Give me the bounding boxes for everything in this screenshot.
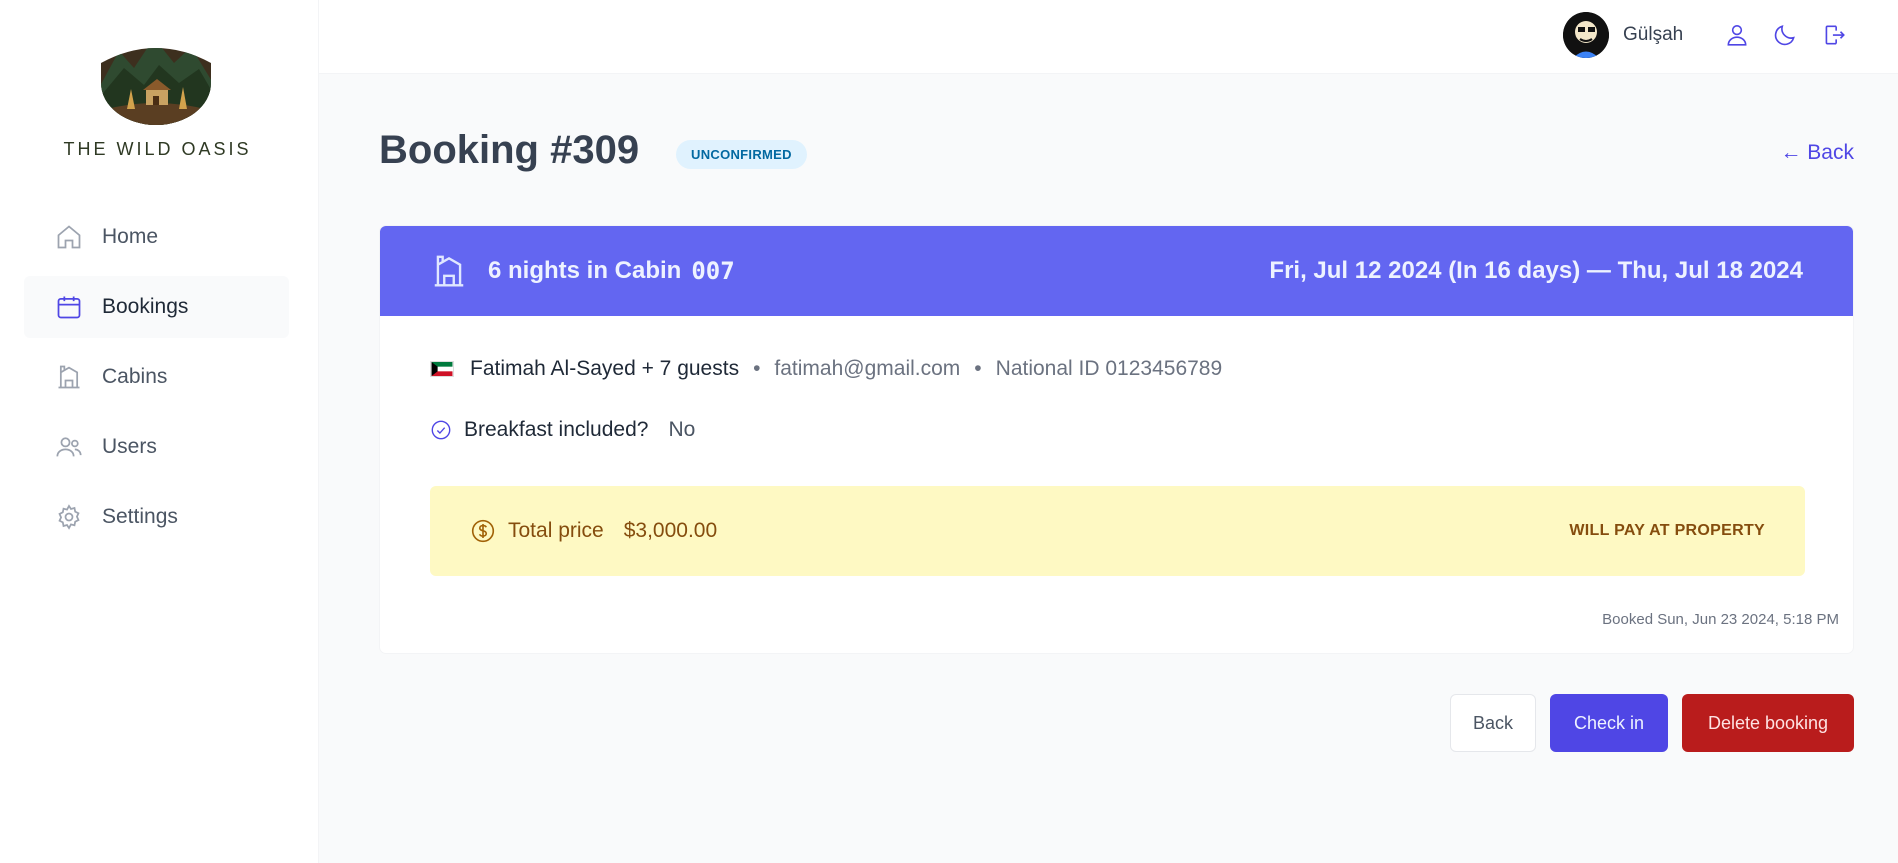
breakfast-value: No (668, 418, 696, 441)
breakfast-info: Breakfast included? No (430, 418, 695, 442)
back-button[interactable]: Back (1450, 694, 1536, 752)
sidebar-item-label: Home (102, 225, 159, 248)
guest-name: Fatimah Al-Sayed + 7 guests (470, 357, 740, 380)
national-id: National ID 0123456789 (995, 357, 1223, 380)
sidebar-item-label: Cabins (102, 365, 168, 388)
sidebar-item-cabins[interactable]: Cabins (24, 346, 289, 408)
sidebar-item-settings[interactable]: Settings (24, 486, 289, 548)
calendar-icon (55, 293, 83, 321)
separator-dot: • (753, 357, 761, 380)
separator-dot: • (974, 357, 982, 380)
brand-name: THE WILD OASIS (63, 139, 252, 159)
username: Gülşah (1623, 24, 1684, 45)
sidebar-item-bookings[interactable]: Bookings (24, 276, 289, 338)
nights-text: 6 nights in Cabin (488, 257, 682, 284)
cabin-icon (434, 255, 464, 287)
moon-icon[interactable] (1771, 21, 1799, 49)
booking-card: 6 nights in Cabin 007 Fri, Jul 12 2024 (… (379, 225, 1854, 654)
dollar-circle-icon (471, 519, 495, 543)
sidebar-item-users[interactable]: Users (24, 416, 289, 478)
main-nav: Home Bookings Cabins Users Settings (24, 206, 289, 556)
sidebar-item-label: Bookings (102, 295, 189, 318)
user-icon[interactable] (1723, 21, 1751, 49)
stay-dates: Fri, Jul 12 2024 (In 16 days) — Thu, Jul… (1269, 257, 1803, 284)
booking-card-header: 6 nights in Cabin 007 Fri, Jul 12 2024 (… (380, 226, 1853, 316)
cabin-icon (55, 363, 83, 391)
price-label: Total price (508, 519, 604, 542)
guest-email: fatimah@gmail.com (774, 357, 961, 380)
delete-booking-button[interactable]: Delete booking (1682, 694, 1854, 752)
sidebar-item-home[interactable]: Home (24, 206, 289, 268)
sidebar: THE WILD OASIS Home Bookings Cabins User… (0, 0, 319, 863)
home-icon (55, 223, 83, 251)
sidebar-item-label: Users (102, 435, 157, 458)
cabin-code: 007 (691, 257, 735, 285)
sidebar-item-label: Settings (102, 505, 178, 528)
price-box: Total price $3,000.00 WILL PAY AT PROPER… (430, 486, 1805, 576)
guest-info: Fatimah Al-Sayed + 7 guests • fatimah@gm… (430, 357, 1222, 381)
back-link[interactable]: ← Back (1780, 141, 1854, 165)
breakfast-label: Breakfast included? (464, 418, 649, 441)
page-title: Booking #309 (379, 128, 640, 172)
gear-icon (55, 503, 83, 531)
price-value: $3,000.00 (623, 519, 718, 542)
status-badge: UNCONFIRMED (676, 140, 807, 169)
top-header: Gülşah (319, 0, 1898, 74)
booked-timestamp: Booked Sun, Jun 23 2024, 5:18 PM (1602, 611, 1839, 628)
check-circle-icon (431, 420, 451, 440)
check-in-button[interactable]: Check in (1550, 694, 1668, 752)
flag-icon (430, 361, 454, 377)
logout-icon[interactable] (1820, 21, 1848, 49)
avatar[interactable] (1563, 12, 1609, 58)
payment-status: WILL PAY AT PROPERTY (1569, 522, 1765, 539)
users-icon (55, 433, 83, 461)
logo-image (101, 48, 211, 125)
